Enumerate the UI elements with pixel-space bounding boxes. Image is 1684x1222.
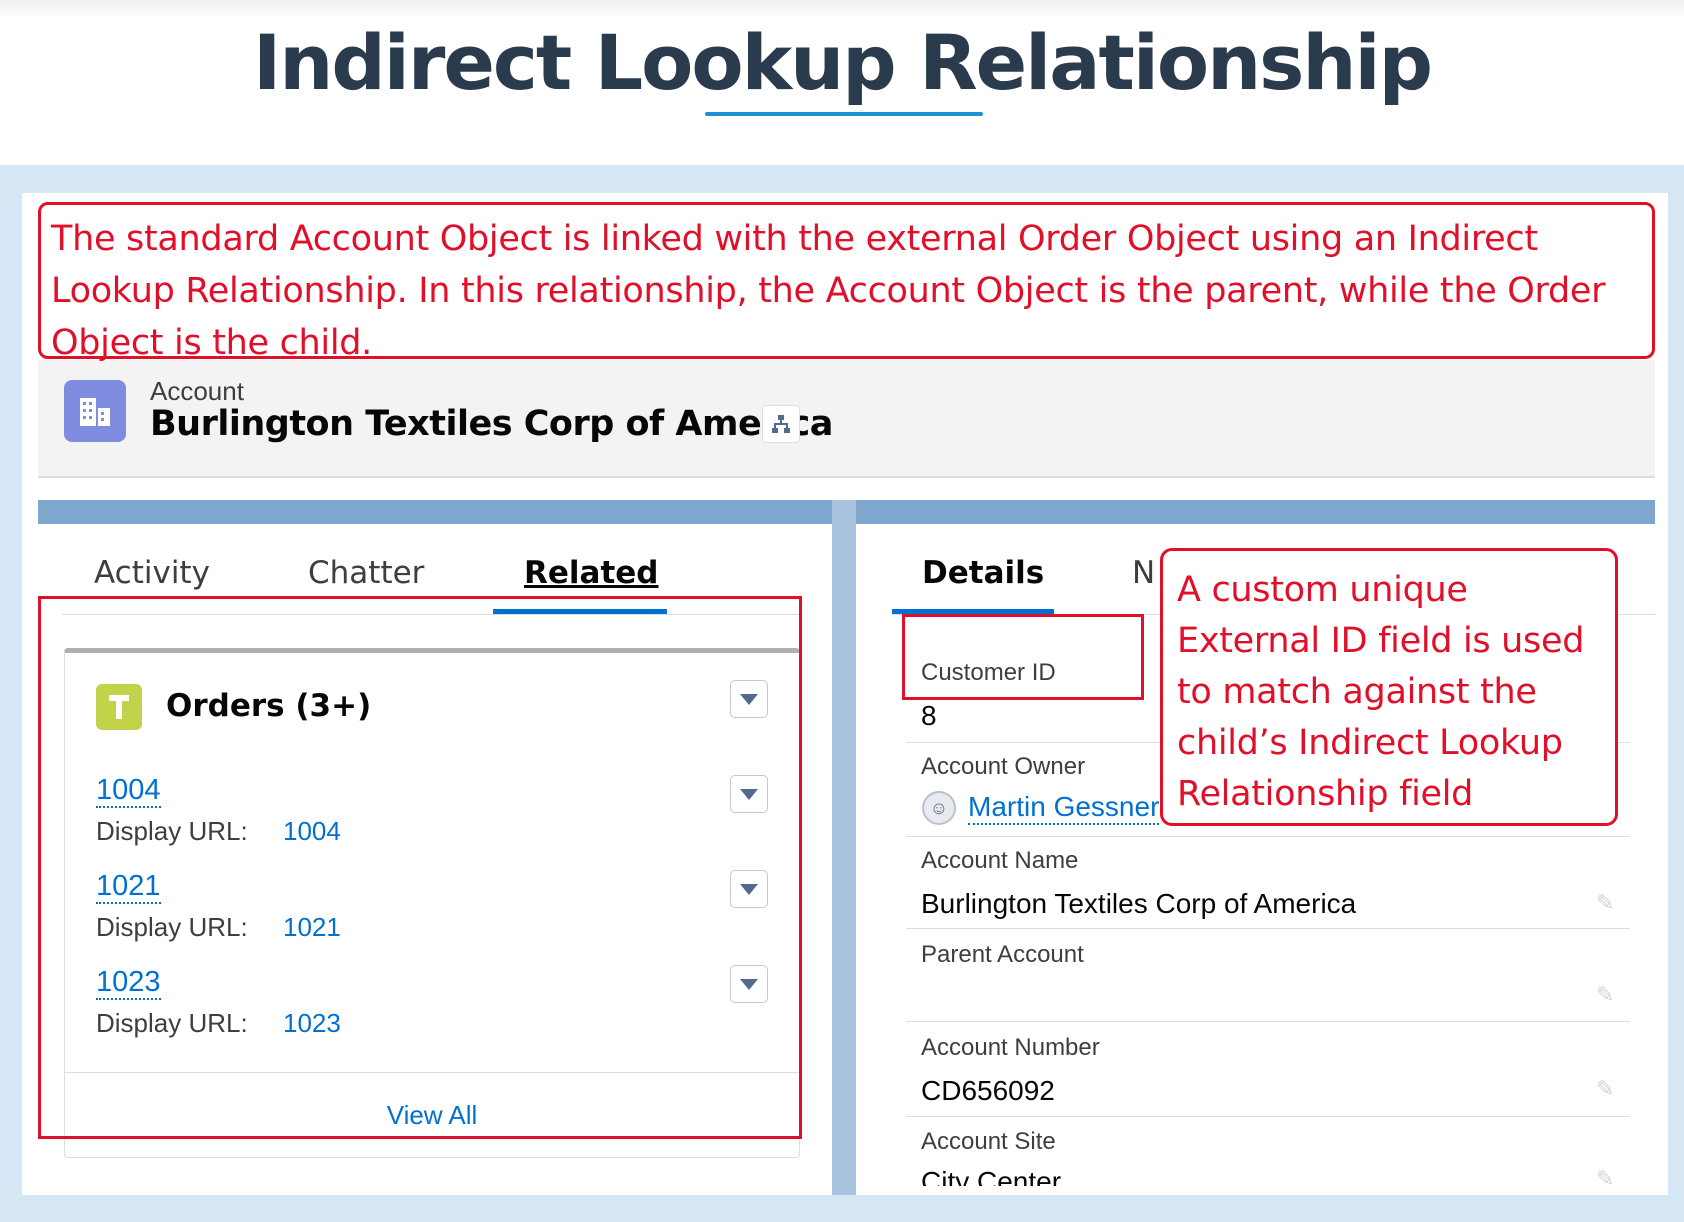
account-number-label: Account Number <box>921 1034 1100 1061</box>
field-divider <box>906 1116 1630 1117</box>
tab-details[interactable]: Details <box>922 555 1044 591</box>
account-number-value: CD656092 <box>921 1075 1055 1106</box>
tab-activity[interactable]: Activity <box>94 555 210 591</box>
parent-account-label: Parent Account <box>921 941 1084 968</box>
customer-id-highlight-box <box>902 614 1144 700</box>
title-underline <box>705 112 983 116</box>
account-owner-label: Account Owner <box>921 753 1086 780</box>
related-list-highlight-box <box>38 596 802 1139</box>
edit-pencil-icon[interactable]: ✎ <box>1596 1166 1614 1192</box>
account-name-label: Account Name <box>921 847 1079 874</box>
avatar: ☺ <box>922 791 956 825</box>
field-divider <box>906 928 1630 929</box>
page: Indirect Lookup Relationship Account Bur… <box>0 0 1684 1222</box>
account-site-value: City Center <box>921 1166 1062 1186</box>
edit-pencil-icon[interactable]: ✎ <box>1596 982 1614 1008</box>
title-area: Indirect Lookup Relationship <box>0 0 1684 165</box>
hierarchy-button[interactable] <box>762 405 800 443</box>
building-icon <box>64 380 126 442</box>
annotation-top: The standard Account Object is linked wi… <box>38 202 1655 363</box>
edit-pencil-icon[interactable]: ✎ <box>1596 890 1614 916</box>
account-site-label: Account Site <box>921 1128 1056 1155</box>
field-divider <box>906 1021 1630 1022</box>
edit-pencil-icon[interactable]: ✎ <box>1596 1076 1614 1102</box>
column-divider <box>832 500 856 1195</box>
tab-news-partial[interactable]: N <box>1132 555 1155 591</box>
annotation-right-text: A custom unique External ID field is use… <box>1177 570 1585 814</box>
account-name-value: Burlington Textiles Corp of America <box>921 888 1357 919</box>
account-owner-link[interactable]: Martin Gessner <box>968 791 1160 825</box>
page-title: Indirect Lookup Relationship <box>253 18 1433 107</box>
record-name: Burlington Textiles Corp of America <box>150 404 833 444</box>
tab-chatter[interactable]: Chatter <box>308 555 424 591</box>
customer-id-value: 8 <box>921 700 937 731</box>
annotation-right: A custom unique External ID field is use… <box>1160 548 1618 826</box>
account-site-clip: City Center <box>921 1166 1321 1186</box>
record-object-label: Account <box>150 376 244 406</box>
annotation-top-text: The standard Account Object is linked wi… <box>51 219 1606 363</box>
field-divider <box>906 836 1630 837</box>
hierarchy-icon <box>772 415 790 433</box>
tab-related[interactable]: Related <box>524 555 658 591</box>
